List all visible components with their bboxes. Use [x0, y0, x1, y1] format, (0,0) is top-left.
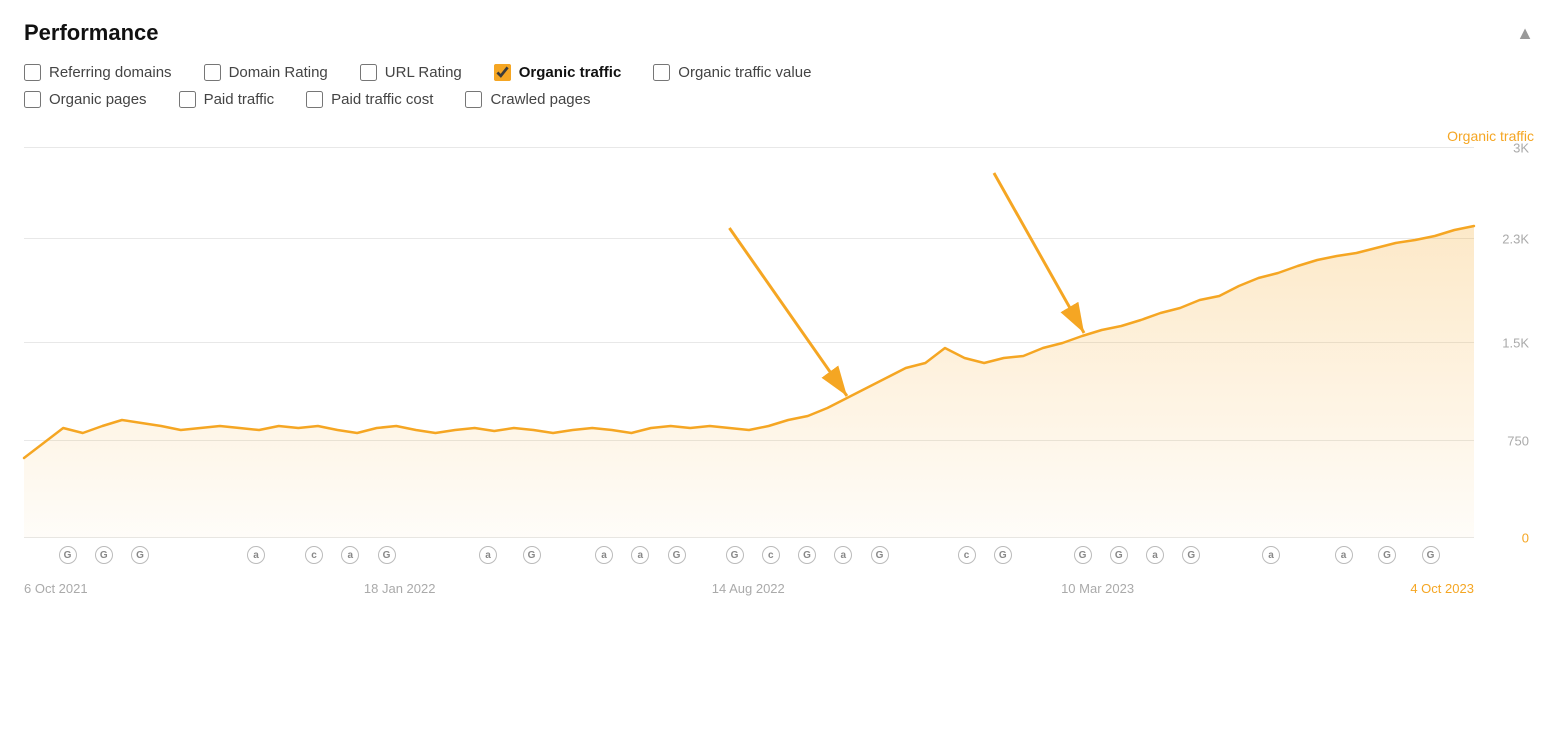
google-update-icon: G	[378, 546, 396, 564]
google-update-icon: G	[131, 546, 149, 564]
google-update-icon: c	[305, 546, 323, 564]
y-tick-750: 750	[1507, 433, 1529, 448]
google-update-icon: G	[59, 546, 77, 564]
checkbox-crawled-pages-label: Crawled pages	[490, 91, 590, 108]
google-update-icon: G	[95, 546, 113, 564]
checkbox-crawled-pages-input[interactable]	[465, 91, 482, 108]
google-update-icon: a	[341, 546, 359, 564]
google-update-icon: a	[595, 546, 613, 564]
checkbox-domain-rating[interactable]: Domain Rating	[204, 64, 328, 81]
google-update-icon: G	[1074, 546, 1092, 564]
checkbox-paid-traffic-cost-label: Paid traffic cost	[331, 91, 433, 108]
checkbox-organic-traffic-value-input[interactable]	[653, 64, 670, 81]
y-tick-3k: 3K	[1513, 141, 1529, 156]
checkbox-organic-traffic-label: Organic traffic	[519, 64, 622, 81]
y-tick-1-5k: 1.5K	[1502, 336, 1529, 351]
chart-svg	[24, 148, 1474, 538]
x-label-jan2022: 18 Jan 2022	[364, 581, 436, 596]
google-update-icon: a	[1146, 546, 1164, 564]
checkboxes-row-2: Organic pages Paid traffic Paid traffic …	[24, 91, 1534, 108]
checkbox-organic-traffic-value-label: Organic traffic value	[678, 64, 811, 81]
google-update-icon: G	[1182, 546, 1200, 564]
x-label-oct2021: 6 Oct 2021	[24, 581, 88, 596]
checkbox-organic-traffic[interactable]: Organic traffic	[494, 64, 622, 81]
checkbox-organic-traffic-value[interactable]: Organic traffic value	[653, 64, 811, 81]
checkbox-referring-domains-input[interactable]	[24, 64, 41, 81]
checkbox-organic-pages-label: Organic pages	[49, 91, 147, 108]
google-update-icon: G	[798, 546, 816, 564]
google-update-icon: G	[523, 546, 541, 564]
x-label-aug2022: 14 Aug 2022	[712, 581, 785, 596]
checkbox-domain-rating-input[interactable]	[204, 64, 221, 81]
page-header: Performance ▲	[24, 20, 1534, 46]
google-update-icon: G	[1110, 546, 1128, 564]
x-label-oct2023: 4 Oct 2023	[1410, 581, 1474, 596]
page-title: Performance	[24, 20, 159, 46]
checkbox-paid-traffic-input[interactable]	[179, 91, 196, 108]
google-update-icon: a	[1262, 546, 1280, 564]
google-update-icon: c	[762, 546, 780, 564]
collapse-icon[interactable]: ▲	[1516, 23, 1534, 44]
google-update-icon: a	[834, 546, 852, 564]
y-tick-2-3k: 2.3K	[1502, 231, 1529, 246]
google-update-icon: G	[726, 546, 744, 564]
checkbox-paid-traffic[interactable]: Paid traffic	[179, 91, 275, 108]
checkboxes-row-1: Referring domains Domain Rating URL Rati…	[24, 64, 1534, 81]
checkbox-organic-pages[interactable]: Organic pages	[24, 91, 147, 108]
checkbox-domain-rating-label: Domain Rating	[229, 64, 328, 81]
google-update-icon: G	[994, 546, 1012, 564]
checkbox-organic-traffic-input[interactable]	[494, 64, 511, 81]
checkbox-paid-traffic-cost[interactable]: Paid traffic cost	[306, 91, 433, 108]
checkbox-paid-traffic-cost-input[interactable]	[306, 91, 323, 108]
chart-area: 3K 2.3K 1.5K 750 0	[24, 148, 1474, 538]
google-update-icon: G	[1378, 546, 1396, 564]
x-axis-labels: 6 Oct 2021 18 Jan 2022 14 Aug 2022 10 Ma…	[24, 568, 1474, 598]
google-update-icon: a	[1335, 546, 1353, 564]
google-update-icon: G	[1422, 546, 1440, 564]
google-icons-row: G G G a c a G a G a a G G c G a G c G G …	[24, 546, 1474, 568]
checkbox-referring-domains[interactable]: Referring domains	[24, 64, 172, 81]
checkbox-url-rating[interactable]: URL Rating	[360, 64, 462, 81]
google-update-icon: G	[871, 546, 889, 564]
google-update-icon: a	[247, 546, 265, 564]
x-label-mar2023: 10 Mar 2023	[1061, 581, 1134, 596]
google-update-icon: a	[631, 546, 649, 564]
checkbox-paid-traffic-label: Paid traffic	[204, 91, 275, 108]
checkbox-organic-pages-input[interactable]	[24, 91, 41, 108]
checkbox-referring-domains-label: Referring domains	[49, 64, 172, 81]
google-update-icon: G	[668, 546, 686, 564]
checkbox-url-rating-label: URL Rating	[385, 64, 462, 81]
checkbox-crawled-pages[interactable]: Crawled pages	[465, 91, 590, 108]
y-tick-0: 0	[1522, 531, 1529, 546]
chart-container: Organic traffic 3K 2.3K 1.5K 750 0	[24, 128, 1534, 598]
google-update-icon: c	[958, 546, 976, 564]
checkbox-url-rating-input[interactable]	[360, 64, 377, 81]
google-update-icon: a	[479, 546, 497, 564]
